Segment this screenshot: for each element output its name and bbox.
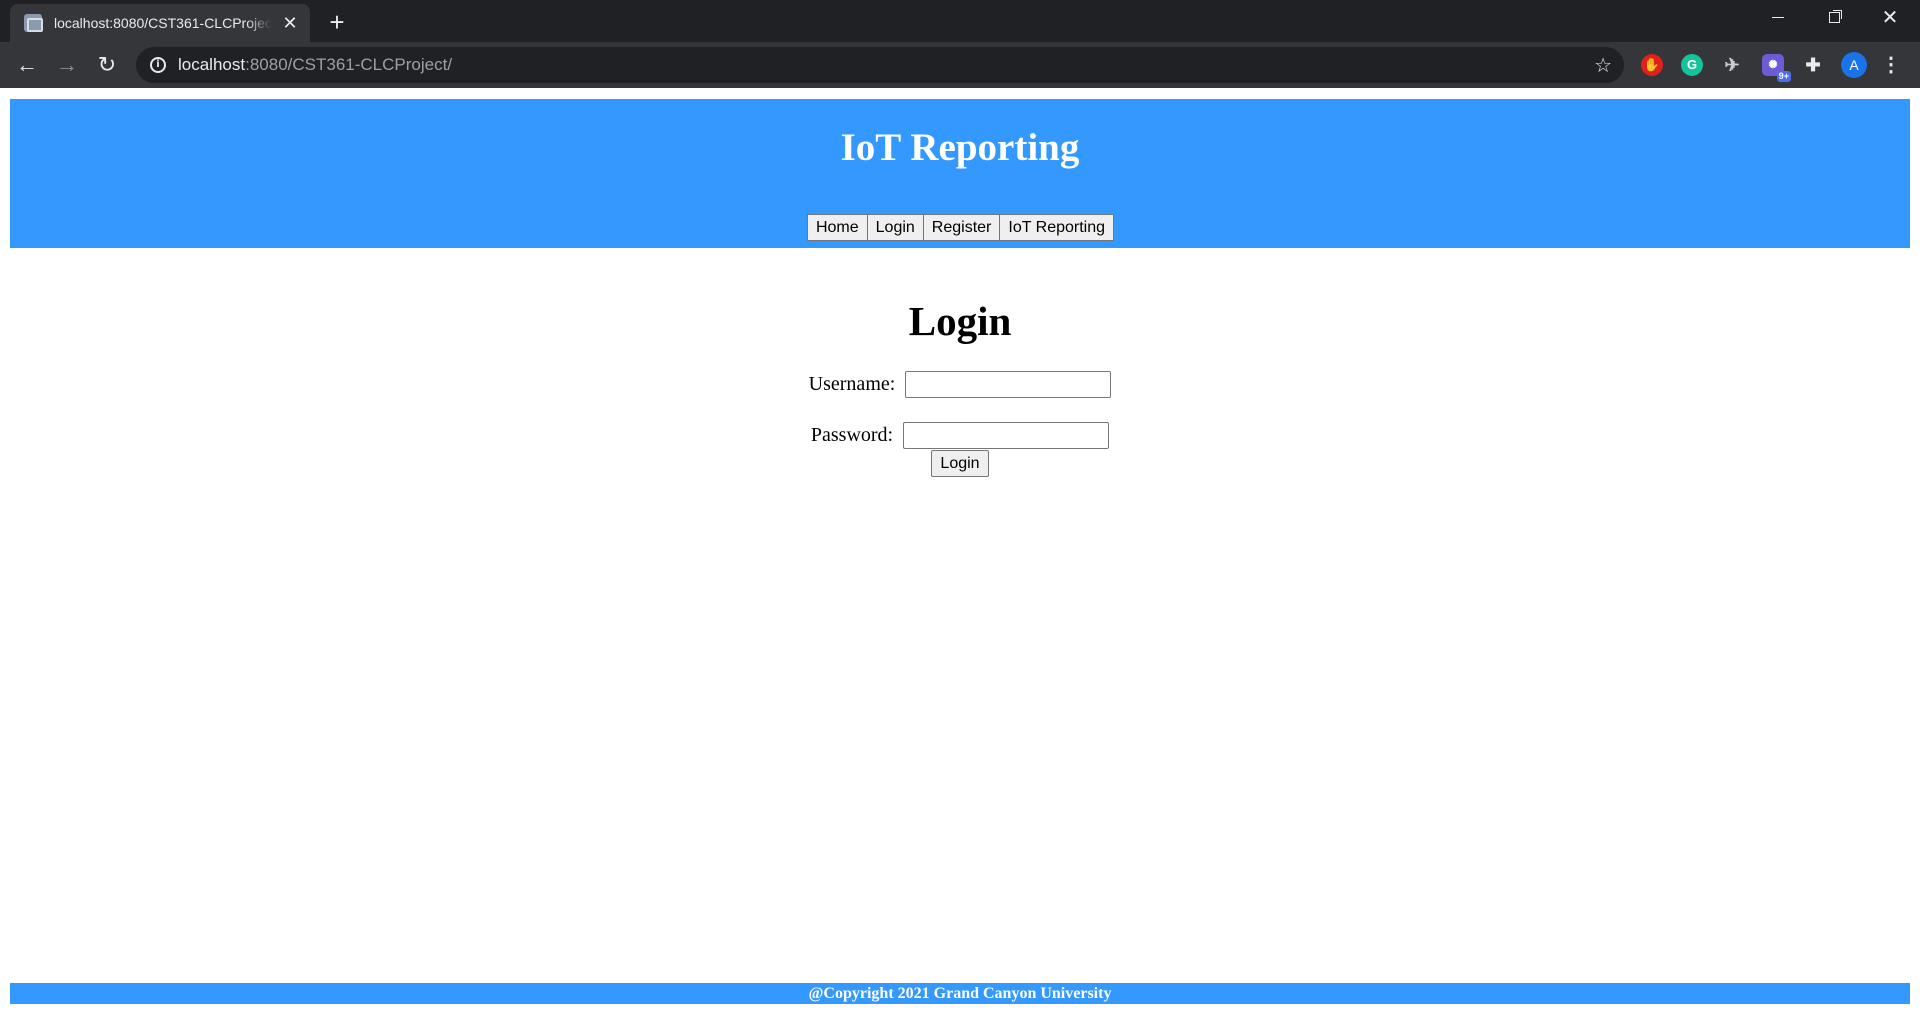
- password-input[interactable]: [903, 422, 1110, 449]
- window-close-button[interactable]: ✕: [1862, 0, 1918, 36]
- window-restore-button[interactable]: [1806, 0, 1862, 36]
- browser-menu-icon[interactable]: ⋮: [1880, 54, 1902, 76]
- nav-iot-reporting-button[interactable]: IoT Reporting: [999, 214, 1115, 241]
- profile-avatar[interactable]: A: [1841, 52, 1867, 78]
- nav-register-button[interactable]: Register: [922, 214, 1001, 241]
- new-tab-button[interactable]: +: [322, 8, 352, 38]
- site-footer: @Copyright 2021 Grand Canyon University: [10, 983, 1910, 1004]
- address-bar[interactable]: i localhost:8080/CST361-CLCProject/ ☆: [136, 47, 1624, 83]
- username-label: Username:: [808, 373, 896, 395]
- tab-close-icon[interactable]: ✕: [280, 13, 300, 33]
- window-minimize-button[interactable]: [1750, 0, 1806, 36]
- tab-title: localhost:8080/CST361-CLCProject/: [54, 15, 272, 31]
- password-row: Password:: [0, 422, 1920, 449]
- browser-tab[interactable]: localhost:8080/CST361-CLCProject/ ✕: [10, 4, 310, 42]
- page-content: IoT Reporting Home Login Register IoT Repor…: [0, 88, 1920, 1030]
- tab-strip: localhost:8080/CST361-CLCProject/ ✕ + ✕: [0, 0, 1920, 42]
- badge-extension-icon[interactable]: ✺ 9+: [1762, 54, 1791, 82]
- forward-arrow-icon[interactable]: →: [51, 49, 83, 81]
- site-title: IoT Reporting: [840, 126, 1080, 169]
- plane-extension-icon[interactable]: ✈: [1721, 54, 1743, 76]
- minimize-icon: [1772, 17, 1784, 19]
- extension-badge-count: 9+: [1776, 71, 1791, 82]
- url-host: localhost: [178, 55, 246, 74]
- login-submit-button[interactable]: Login: [931, 450, 989, 477]
- nav-home-button[interactable]: Home: [806, 214, 868, 241]
- reload-icon[interactable]: ↻: [91, 49, 123, 81]
- url-path: :8080/CST361-CLCProject/: [245, 55, 453, 74]
- login-heading: Login: [908, 298, 1012, 344]
- site-info-icon[interactable]: i: [150, 57, 166, 73]
- site-header: IoT Reporting Home Login Register IoT Repor…: [10, 99, 1910, 248]
- restore-icon: [1828, 12, 1840, 24]
- browser-toolbar: ← → ↻ i localhost:8080/CST361-CLCProject…: [0, 42, 1920, 88]
- favicon-icon: [24, 14, 43, 32]
- site-nav: Home Login Register IoT Reporting: [10, 214, 1910, 241]
- username-input[interactable]: [905, 371, 1112, 398]
- username-row: Username:: [0, 371, 1920, 398]
- bookmark-star-icon[interactable]: ☆: [1594, 53, 1612, 77]
- back-arrow-icon[interactable]: ←: [11, 49, 43, 81]
- submit-row: Login: [0, 450, 1920, 477]
- puzzle-icon[interactable]: ✚: [1802, 54, 1824, 76]
- hand-extension-icon[interactable]: ✋: [1641, 54, 1663, 76]
- nav-login-button[interactable]: Login: [866, 214, 924, 241]
- url-text[interactable]: localhost:8080/CST361-CLCProject/: [178, 55, 452, 75]
- badge-extension-glyph: ✺: [1768, 59, 1778, 71]
- password-label: Password:: [810, 424, 894, 446]
- grammarly-icon[interactable]: G: [1681, 54, 1703, 76]
